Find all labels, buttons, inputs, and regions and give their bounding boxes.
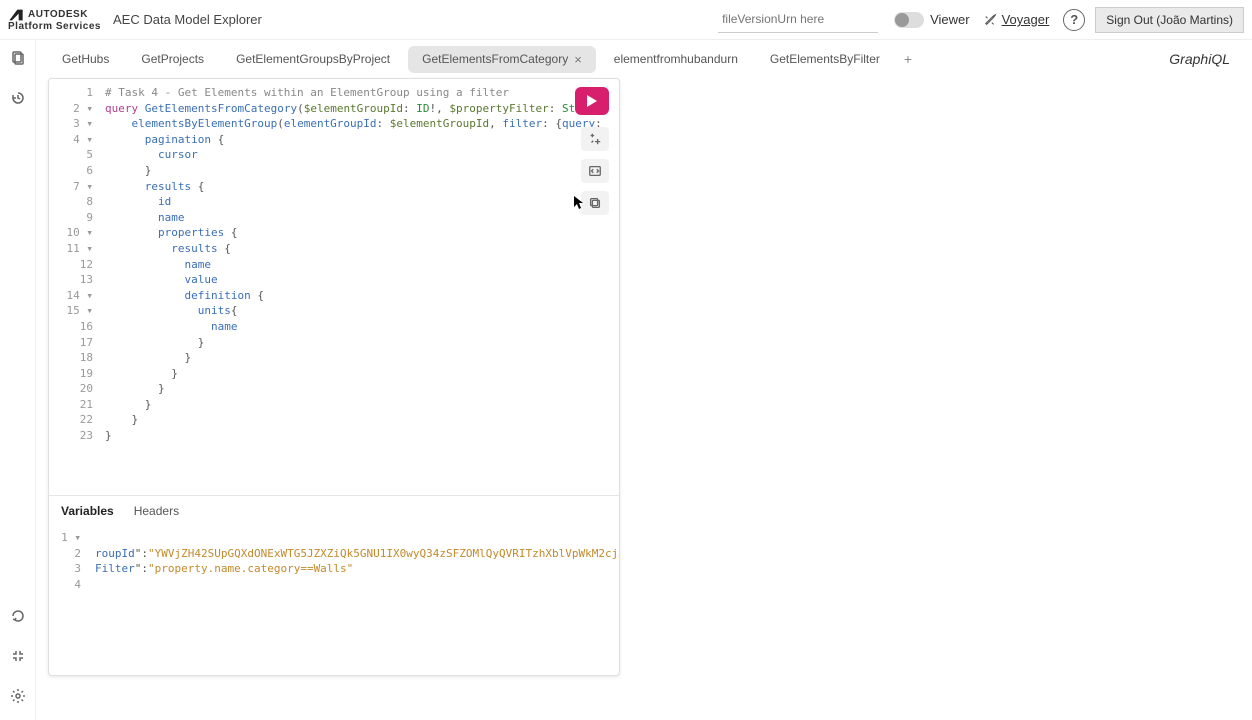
editor-panel: 12 ▾3 ▾4 ▾567 ▾8910 ▾11 ▾121314 ▾15 ▾161…: [48, 78, 620, 676]
variables-editor[interactable]: 1 ▾234 roupId":"YWVjZH42SUpGQXdONExWTG5J…: [49, 526, 619, 675]
merge-button[interactable]: [581, 159, 609, 183]
viewer-toggle-label: Viewer: [930, 12, 970, 27]
tab-gethubs[interactable]: GetHubs: [48, 46, 123, 72]
autodesk-icon: [8, 8, 24, 22]
help-button[interactable]: ?: [1063, 9, 1085, 31]
app-header: AUTODESK Platform Services AEC Data Mode…: [0, 0, 1252, 40]
variables-panel: Variables Headers 1 ▾234 roupId":"YWVjZH…: [49, 495, 619, 675]
brand-top: AUTODESK: [28, 10, 88, 20]
prettify-button[interactable]: [581, 127, 609, 151]
copy-button[interactable]: [581, 191, 609, 215]
left-rail: [0, 40, 36, 720]
tab-getprojects[interactable]: GetProjects: [127, 46, 218, 72]
result-pane: [620, 78, 1252, 720]
sign-out-button[interactable]: Sign Out (João Martins): [1095, 7, 1244, 33]
mouse-cursor: [573, 195, 585, 211]
settings-icon[interactable]: [10, 688, 26, 704]
brand-bottom: Platform Services: [8, 22, 101, 32]
merge-icon: [588, 164, 602, 178]
graphiql-label: GraphiQL: [1169, 51, 1240, 67]
add-tab-button[interactable]: +: [898, 49, 918, 69]
tab-getelementgroups[interactable]: GetElementGroupsByProject: [222, 46, 404, 72]
query-editor[interactable]: 12 ▾3 ▾4 ▾567 ▾8910 ▾11 ▾121314 ▾15 ▾161…: [49, 79, 619, 495]
tab-elementfromhubandurn[interactable]: elementfromhubandurn: [600, 46, 752, 72]
app-title: AEC Data Model Explorer: [113, 12, 262, 27]
query-tabs: GetHubs GetProjects GetElementGroupsByPr…: [36, 40, 1252, 78]
history-icon[interactable]: [10, 90, 26, 106]
run-button[interactable]: [575, 87, 609, 115]
variables-tab[interactable]: Variables: [61, 504, 114, 518]
docs-icon[interactable]: [10, 50, 26, 66]
keyboard-icon[interactable]: [10, 648, 26, 664]
brand-logo: AUTODESK Platform Services: [8, 8, 101, 32]
rocket-icon: [984, 13, 998, 27]
tab-getelementsbyfilter[interactable]: GetElementsByFilter: [756, 46, 894, 72]
voyager-link[interactable]: Voyager: [984, 12, 1050, 27]
refresh-icon[interactable]: [10, 608, 26, 624]
urn-input[interactable]: [718, 7, 878, 33]
copy-icon: [588, 196, 602, 210]
voyager-link-label: Voyager: [1002, 12, 1050, 27]
headers-tab[interactable]: Headers: [134, 504, 179, 518]
viewer-toggle[interactable]: Viewer: [894, 12, 970, 28]
tab-getelementsfromcategory[interactable]: GetElementsFromCategory ×: [408, 46, 596, 73]
sparkle-icon: [588, 132, 602, 146]
close-icon[interactable]: ×: [574, 52, 582, 67]
